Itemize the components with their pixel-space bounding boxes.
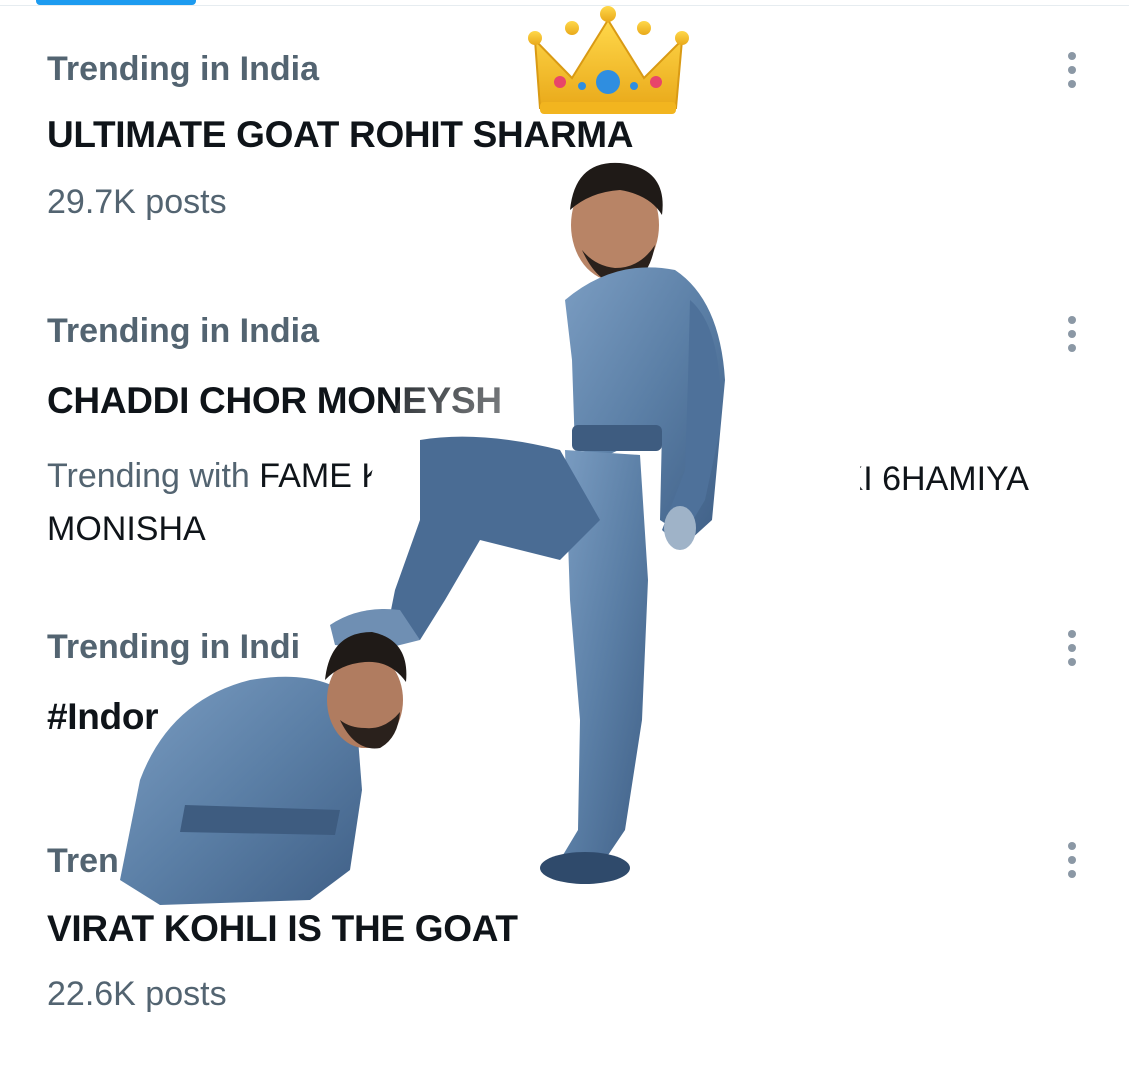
more-dot (1068, 842, 1076, 850)
trending-with-topic[interactable]: MONISHA (47, 510, 206, 549)
trend-name: ULTIMATE GOAT ROHIT SHARMA (47, 114, 634, 155)
trend-name: #Indor (47, 696, 159, 737)
trend-context: Trending in Indi (47, 628, 301, 666)
more-options-button[interactable] (1052, 46, 1092, 94)
more-dot (1068, 52, 1076, 60)
more-options-button[interactable] (1052, 624, 1092, 672)
trending-with-topic[interactable]: FAME K (259, 457, 384, 495)
more-dot (1068, 870, 1076, 878)
more-dot (1068, 316, 1076, 324)
more-dot (1068, 66, 1076, 74)
trending-with-label: Trending with (47, 457, 250, 495)
trend-item-4[interactable]: Tren a VIRAT KOHLI IS THE GOAT 22.6K pos… (0, 800, 1129, 1080)
trend-name: VIRAT KOHLI IS THE GOAT (47, 908, 518, 949)
trend-context-tail: a (318, 842, 337, 880)
trending-with-topic[interactable]: SANJAY KI 6HAMIYA (702, 460, 1029, 499)
more-dot (1068, 630, 1076, 638)
trend-item-2[interactable]: Trending in India CHADDI CHOR MONEYSH Tr… (0, 290, 1129, 600)
trend-post-count: 29.7K posts (47, 183, 227, 221)
more-dot (1068, 344, 1076, 352)
trend-context: Trending in India (47, 50, 319, 88)
trend-item-3[interactable]: Trending in Indi #Indor (0, 600, 1129, 800)
more-dot (1068, 330, 1076, 338)
trend-name: CHADDI CHOR MONEYSH (47, 380, 502, 421)
trend-post-count: 22.6K posts (47, 975, 227, 1013)
more-dot (1068, 856, 1076, 864)
trend-context: Tren (47, 842, 119, 880)
more-dot (1068, 658, 1076, 666)
trend-item-1[interactable]: Trending in India ULTIMATE GOAT ROHIT SH… (0, 0, 1129, 290)
more-options-button[interactable] (1052, 310, 1092, 358)
more-dot (1068, 80, 1076, 88)
trend-context: Trending in India (47, 312, 319, 350)
more-dot (1068, 644, 1076, 652)
more-options-button[interactable] (1052, 836, 1092, 884)
